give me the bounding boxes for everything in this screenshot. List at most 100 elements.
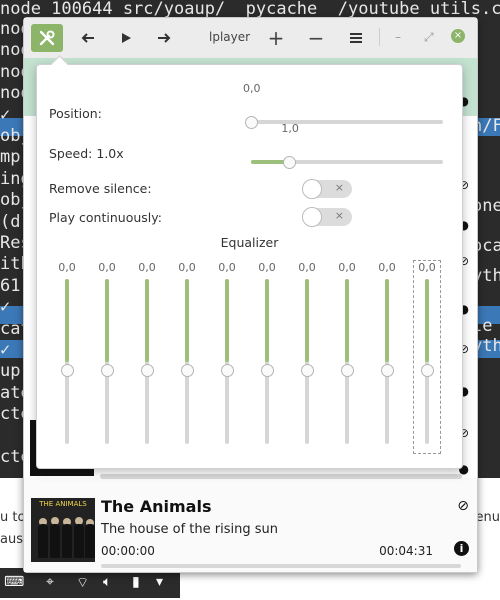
now-playing-progress[interactable] [101, 564, 461, 568]
equalizer-band-value: 0,0 [298, 261, 316, 274]
clipboard-icon[interactable]: ▮ [132, 574, 140, 590]
network-settings-icon[interactable]: ⌖ [46, 574, 54, 590]
speed-value: 1,0 [281, 122, 299, 135]
header-bar: lplayer + − – ⤢ × [24, 18, 477, 58]
remove-silence-label: Remove silence: [49, 181, 152, 196]
next-button[interactable] [148, 24, 180, 52]
background-page-text: enu [475, 510, 500, 525]
wifi-icon[interactable]: ⌔ [76, 574, 89, 592]
terminal-line: ✓ [0, 104, 11, 125]
equalizer-band[interactable]: 0,0 [214, 261, 240, 453]
equalizer-band[interactable]: 0,0 [254, 261, 280, 453]
next-icon [158, 33, 171, 43]
position-slider-knob[interactable] [245, 116, 258, 129]
equalizer-band-value: 0,0 [338, 261, 356, 274]
player-window: lplayer + − – ⤢ × ● ⊘ ● ⊘ ● ⊘ ● ⊘ ● Posi… [23, 17, 478, 573]
equalizer-band[interactable]: 0,0 [134, 261, 160, 453]
switch-knob [302, 179, 322, 199]
equalizer-band-slider[interactable] [105, 279, 109, 444]
equalizer-band-slider[interactable] [305, 279, 309, 444]
settings-popover: Position: 0,0 Speed: 1.0x 1,0 Remove sil… [36, 55, 463, 469]
switch-off-icon: × [334, 181, 344, 194]
equalizer-band-slider[interactable] [65, 279, 69, 444]
now-playing-bar: THE ANIMALS The Animals The house of the… [24, 492, 477, 572]
now-playing-title: The house of the rising sun [101, 522, 278, 537]
equalizer-band-fill [385, 279, 389, 362]
minimize-button[interactable]: – [395, 30, 401, 44]
equalizer-band-fill [145, 279, 149, 362]
equalizer-band[interactable]: 0,0 [294, 261, 320, 453]
equalizer-band[interactable]: 0,0 [334, 261, 360, 453]
position-value: 0,0 [243, 82, 261, 95]
equalizer-band-value: 0,0 [418, 261, 436, 274]
equalizer-band-knob[interactable] [221, 363, 234, 377]
equalizer-band-slider[interactable] [225, 279, 229, 444]
window-title: lplayer [209, 30, 251, 44]
equalizer-band-value: 0,0 [258, 261, 276, 274]
speed-slider[interactable] [251, 160, 443, 164]
equalizer-band-value: 0,0 [178, 261, 196, 274]
play-button[interactable] [110, 24, 142, 52]
equalizer-band-knob[interactable] [141, 363, 154, 377]
equalizer-band-slider[interactable] [385, 279, 389, 444]
equalizer-band-value: 0,0 [98, 261, 116, 274]
equalizer-band[interactable]: 0,0 [54, 261, 80, 453]
volume-icon[interactable]: 🔈︎ [103, 574, 111, 590]
equalizer-band-knob[interactable] [341, 363, 354, 377]
equalizer-band-value: 0,0 [218, 261, 236, 274]
equalizer-band-slider[interactable] [265, 279, 269, 444]
position-slider[interactable] [251, 120, 443, 124]
hamburger-icon [350, 33, 362, 43]
equalizer-band-knob[interactable] [181, 363, 194, 377]
equalizer-band-knob[interactable] [301, 363, 314, 377]
equalizer-band-fill [345, 279, 349, 362]
equalizer-band-slider[interactable] [145, 279, 149, 444]
toolbar-separator [379, 28, 380, 46]
add-button[interactable]: + [260, 24, 292, 52]
now-playing-duration: 00:04:31 [379, 544, 433, 558]
equalizer-band[interactable]: 0,0 [374, 261, 400, 453]
remove-button[interactable]: − [300, 24, 332, 52]
album-cover: THE ANIMALS [31, 498, 95, 562]
equalizer-band-knob[interactable] [61, 363, 74, 377]
equalizer-band-fill [185, 279, 189, 362]
equalizer-band[interactable]: 0,0 [94, 261, 120, 453]
equalizer-band-value: 0,0 [378, 261, 396, 274]
previous-button[interactable] [72, 24, 104, 52]
equalizer-band-knob[interactable] [261, 363, 274, 377]
equalizer-band-knob[interactable] [421, 363, 434, 377]
terminal-line: ✓ [0, 340, 11, 360]
equalizer-band-fill [305, 279, 309, 362]
tray-menu-icon[interactable]: ▾ [156, 574, 163, 590]
equalizer-band-fill [105, 279, 109, 362]
equalizer-band-knob[interactable] [381, 363, 394, 377]
equalizer-band-value: 0,0 [58, 261, 76, 274]
menu-button[interactable] [340, 24, 372, 52]
now-playing-position: 00:00:00 [101, 544, 155, 558]
equalizer-band-slider[interactable] [425, 279, 429, 444]
close-button[interactable]: × [451, 29, 465, 43]
tools-icon [39, 30, 55, 46]
speed-label: Speed: 1.0x [49, 146, 124, 161]
equalizer-band-knob[interactable] [101, 363, 114, 377]
hide-icon[interactable]: ⊘ [457, 498, 469, 514]
play-continuously-switch[interactable]: × [302, 207, 352, 227]
album-cover-title: THE ANIMALS [39, 500, 87, 508]
equalizer-band[interactable]: 0,0 [413, 260, 441, 454]
settings-button[interactable] [31, 24, 63, 52]
equalizer-band-slider[interactable] [345, 279, 349, 444]
play-continuously-label: Play continuously: [49, 210, 162, 225]
info-icon[interactable]: i [454, 541, 469, 556]
equalizer-band-slider[interactable] [185, 279, 189, 444]
keyboard-icon[interactable]: ⌨ [4, 574, 24, 590]
horizontal-scrollbar[interactable] [100, 474, 462, 479]
maximize-button[interactable]: ⤢ [424, 30, 434, 45]
equalizer-band-fill [425, 279, 429, 362]
switch-off-icon: × [334, 209, 344, 222]
position-label: Position: [49, 106, 102, 121]
speed-slider-knob[interactable] [283, 156, 297, 169]
terminal-line: (d [0, 211, 21, 232]
terminal-line: up [0, 361, 21, 382]
equalizer-band[interactable]: 0,0 [174, 261, 200, 453]
remove-silence-switch[interactable]: × [302, 179, 352, 199]
